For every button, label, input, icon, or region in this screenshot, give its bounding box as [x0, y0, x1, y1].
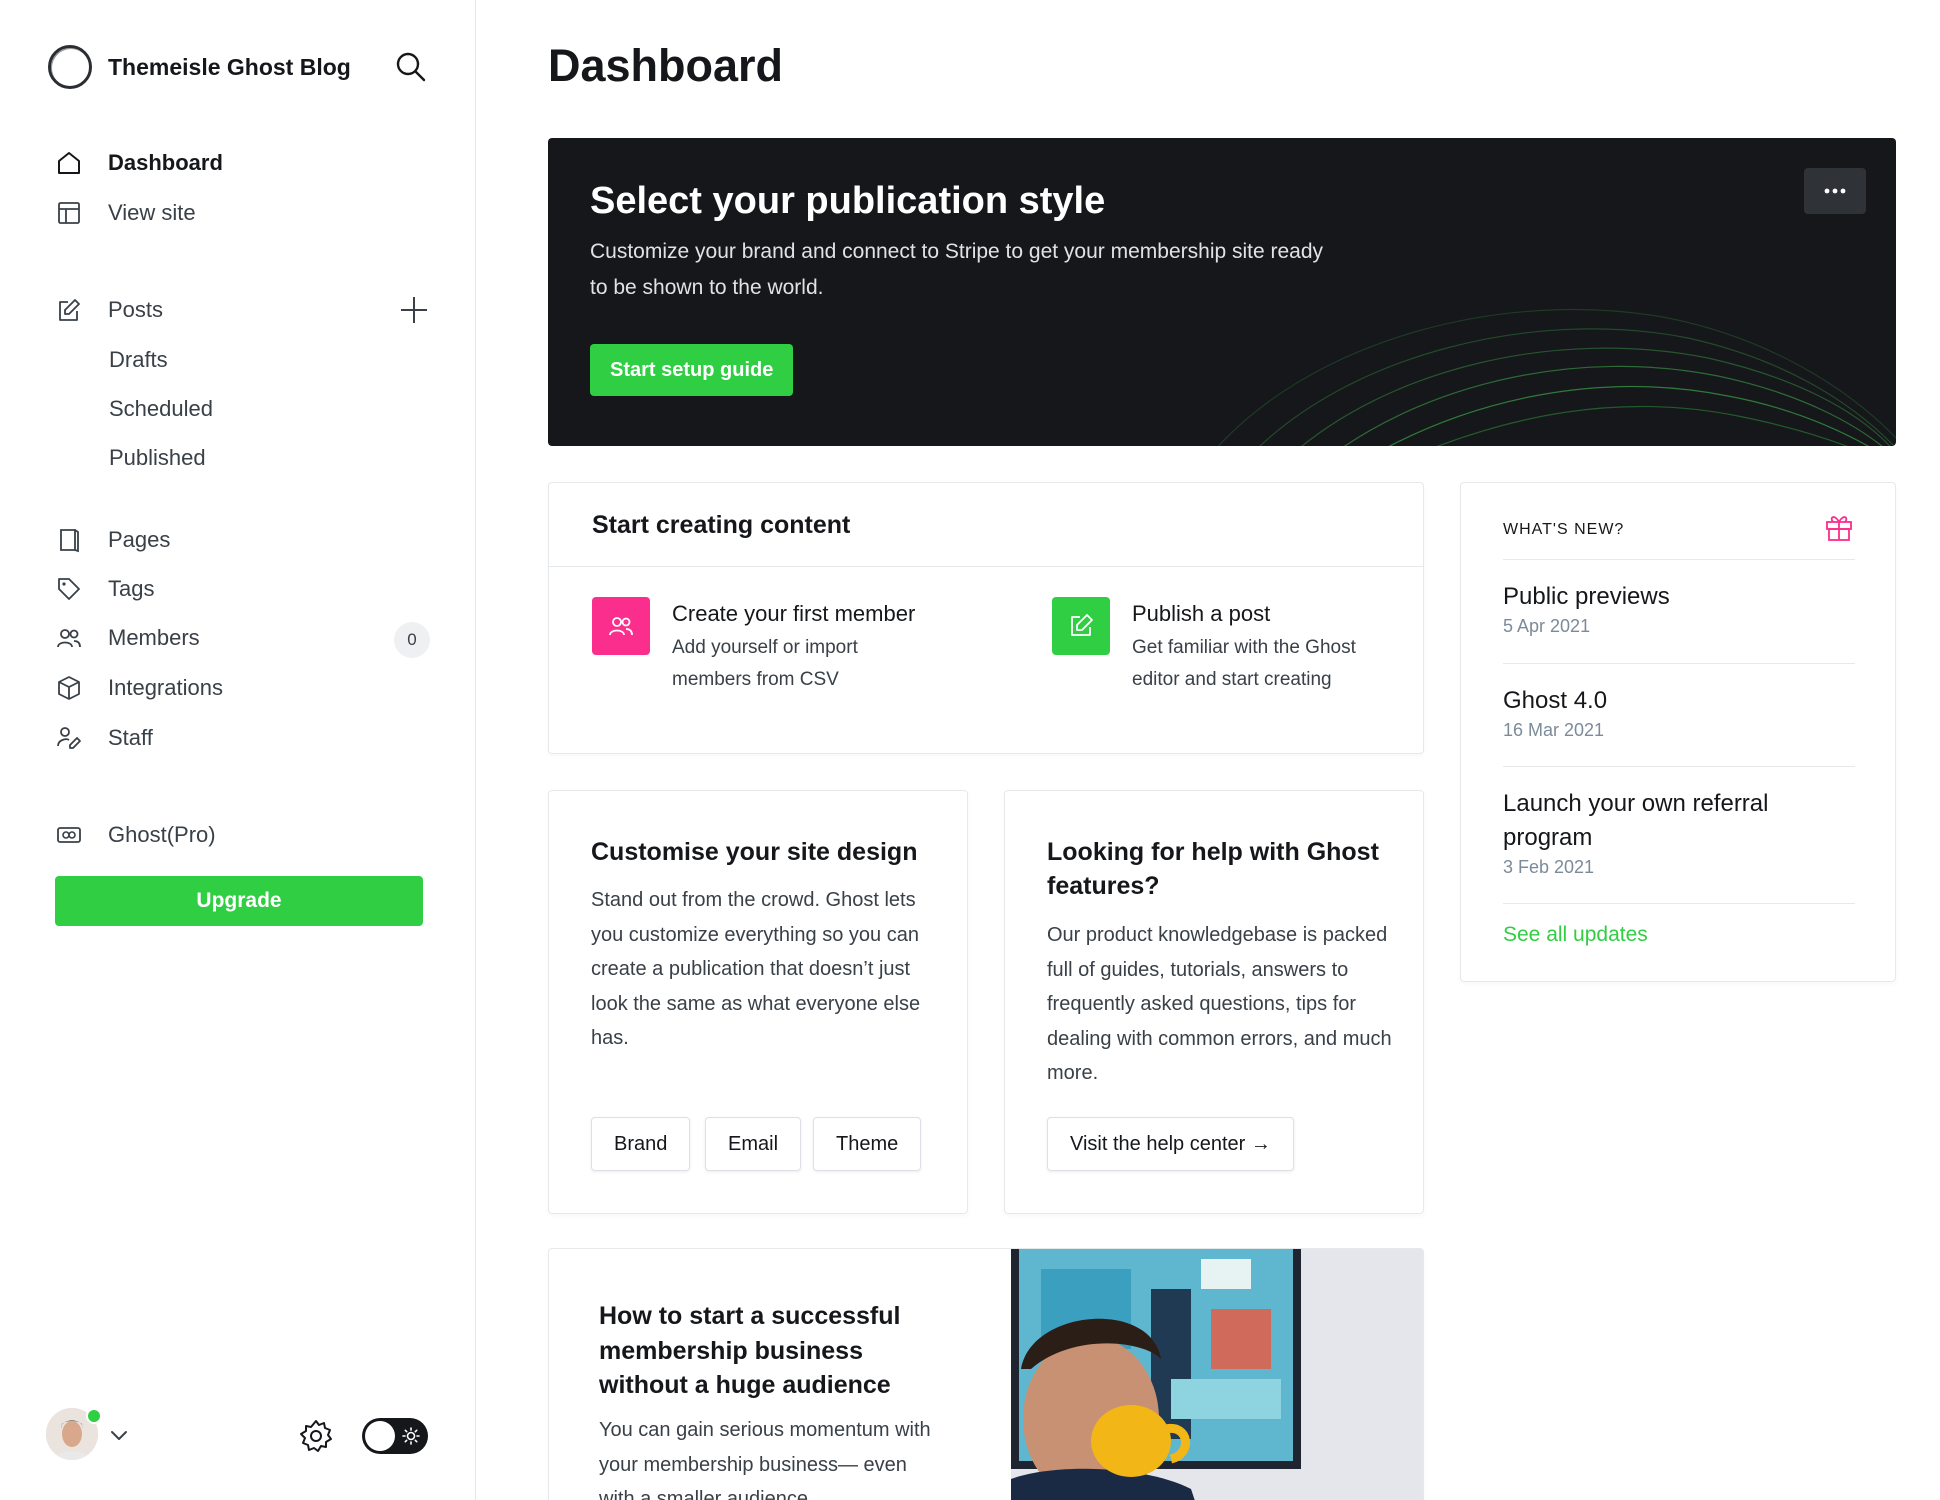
nav-integrations[interactable]: Integrations [54, 668, 223, 708]
theme-toggle[interactable] [362, 1418, 428, 1454]
help-card: Looking for help with Ghost features? Ou… [1004, 790, 1424, 1214]
ghost-pro-icon [54, 820, 84, 850]
hero-description: Customize your brand and connect to Stri… [590, 240, 1324, 299]
create-member-description: Add yourself or import members from CSV [672, 637, 858, 690]
news-item-title: Launch your own referral program [1503, 790, 1769, 851]
start-creating-content-heading: Start creating content [592, 511, 851, 539]
news-item-title: Ghost 4.0 [1503, 687, 1608, 714]
search-icon[interactable] [394, 50, 428, 84]
nav-ghost-pro[interactable]: Ghost(Pro) [54, 815, 216, 855]
news-item[interactable]: Public previews 5 Apr 2021 [1503, 559, 1855, 663]
help-description: Our product knowledgebase is packed full… [1047, 924, 1392, 1084]
nav-posts-label: Posts [108, 297, 164, 322]
news-item[interactable]: Ghost 4.0 16 Mar 2021 [1503, 663, 1855, 766]
nav-drafts[interactable]: Drafts [109, 342, 168, 378]
staff-icon [54, 723, 84, 753]
theme-button[interactable]: Theme [813, 1117, 922, 1171]
help-title: Looking for help with Ghost features? [1047, 838, 1379, 900]
news-item-title: Public previews [1503, 583, 1670, 610]
members-icon [54, 623, 84, 653]
site-logo [48, 45, 92, 89]
customise-design-card: Customise your site design Stand out fro… [548, 790, 968, 1214]
sidebar: Themeisle Ghost Blog Dashboard View site… [0, 0, 476, 1500]
nav-staff[interactable]: Staff [54, 718, 153, 758]
toggle-knob [365, 1421, 395, 1451]
featured-article-image [1011, 1249, 1423, 1500]
integrations-icon [54, 673, 84, 703]
whats-new-card: WHAT'S NEW? Public previews 5 Apr 2021 G… [1460, 482, 1896, 982]
online-status-dot [86, 1408, 102, 1424]
nav-staff-label: Staff [108, 725, 153, 750]
news-item-date: 16 Mar 2021 [1503, 720, 1605, 740]
member-icon [592, 597, 650, 655]
chevron-down-icon[interactable] [108, 1424, 130, 1446]
publication-style-banner: Select your publication style Customize … [548, 138, 1896, 446]
featured-article-description: You can gain serious momentum with your … [599, 1419, 931, 1500]
news-item-date: 3 Feb 2021 [1503, 857, 1595, 877]
customise-design-title: Customise your site design [591, 838, 918, 866]
tags-icon [54, 574, 84, 604]
plus-icon[interactable] [398, 294, 430, 326]
news-item-date: 5 Apr 2021 [1503, 616, 1591, 636]
start-setup-guide-button[interactable]: Start setup guide [590, 344, 794, 396]
create-member-item[interactable]: Create your first member Add yourself or… [592, 597, 952, 696]
posts-icon [54, 295, 84, 325]
nav-published[interactable]: Published [109, 440, 206, 476]
nav-members[interactable]: Members [54, 618, 200, 658]
email-button[interactable]: Email [705, 1117, 802, 1171]
nav-view-site[interactable]: View site [54, 193, 196, 233]
publish-post-item[interactable]: Publish a post Get familiar with the Gho… [1052, 597, 1392, 696]
nav-integrations-label: Integrations [108, 675, 223, 700]
nav-members-label: Members [108, 625, 200, 650]
sun-icon [402, 1427, 420, 1445]
whats-new-label: WHAT'S NEW? [1503, 521, 1625, 538]
nav-pages[interactable]: Pages [54, 520, 170, 560]
view-site-icon [54, 198, 84, 228]
gift-icon [1823, 511, 1855, 543]
nav-tags-label: Tags [108, 576, 155, 601]
nav-tags[interactable]: Tags [54, 569, 154, 609]
customise-design-description: Stand out from the crowd. Ghost lets you… [591, 889, 921, 1049]
nav-view-site-label: View site [108, 200, 196, 225]
news-item[interactable]: Launch your own referral program 3 Feb 2… [1503, 766, 1855, 904]
hero-title: Select your publication style [590, 180, 1106, 222]
upgrade-button[interactable]: Upgrade [55, 876, 423, 926]
nav-dashboard-label: Dashboard [108, 150, 223, 175]
site-brand[interactable]: Themeisle Ghost Blog [48, 44, 351, 90]
nav-ghost-pro-label: Ghost(Pro) [108, 822, 216, 847]
featured-article-title: How to start a successful membership bus… [599, 1302, 901, 1399]
featured-article-card[interactable]: How to start a successful membership bus… [548, 1248, 1424, 1500]
more-icon[interactable] [1804, 168, 1866, 214]
home-icon [54, 148, 84, 178]
create-member-title: Create your first member [672, 601, 916, 626]
publish-post-description: Get familiar with the Ghost editor and s… [1132, 637, 1356, 690]
nav-dashboard[interactable]: Dashboard [54, 143, 223, 183]
edit-icon [1052, 597, 1110, 655]
members-count-badge: 0 [394, 622, 430, 658]
page-title: Dashboard [548, 40, 784, 91]
start-creating-content-header: Start creating content [549, 483, 1423, 567]
see-all-updates-link[interactable]: See all updates [1503, 923, 1648, 947]
pages-icon [54, 525, 84, 555]
site-name: Themeisle Ghost Blog [108, 53, 351, 80]
visit-help-center-button[interactable]: Visit the help center → [1047, 1117, 1294, 1171]
publish-post-title: Publish a post [1132, 601, 1271, 626]
nav-scheduled[interactable]: Scheduled [109, 391, 213, 427]
start-creating-content-card: Start creating content Create your first… [548, 482, 1424, 754]
brand-button[interactable]: Brand [591, 1117, 691, 1171]
gear-icon[interactable] [298, 1418, 334, 1454]
nav-pages-label: Pages [108, 527, 171, 552]
nav-posts[interactable]: Posts [54, 290, 163, 330]
